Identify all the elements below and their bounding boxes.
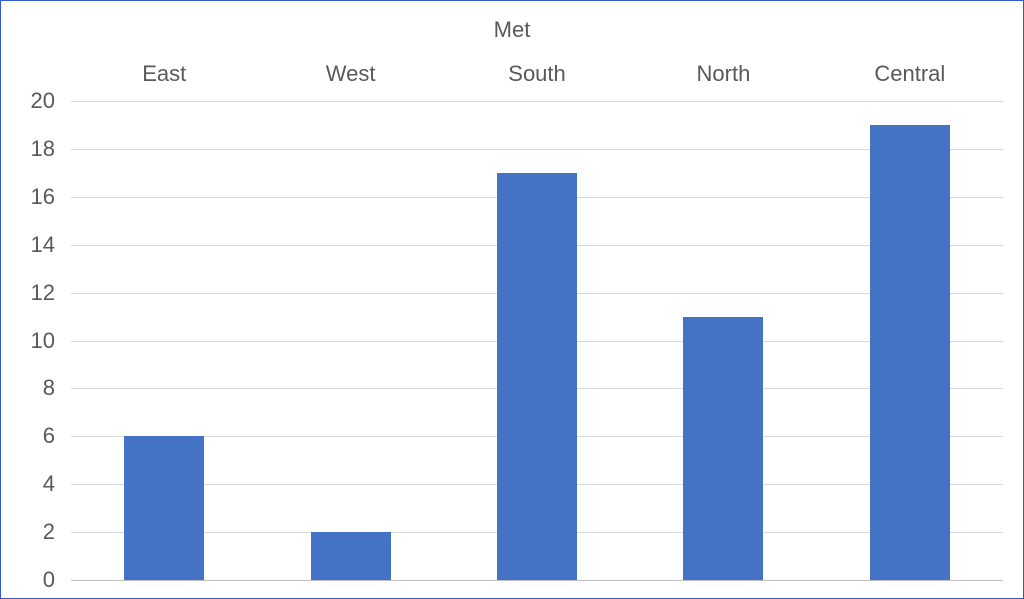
- category-label: Central: [817, 61, 1003, 91]
- bar-slot: [444, 101, 630, 580]
- y-tick-label: 14: [31, 232, 55, 258]
- plot-area: [71, 101, 1003, 580]
- bar-east: [124, 436, 204, 580]
- category-label: East: [71, 61, 257, 91]
- y-tick-label: 6: [43, 423, 55, 449]
- chart-container: Met East West South North Central 0 2 4 …: [0, 0, 1024, 599]
- y-tick-label: 20: [31, 88, 55, 114]
- y-axis-ticks: 0 2 4 6 8 10 12 14 16 18 20: [1, 101, 61, 580]
- bar-central: [870, 125, 950, 580]
- y-tick-label: 2: [43, 519, 55, 545]
- bar-slot: [257, 101, 443, 580]
- x-axis-baseline: [71, 580, 1003, 581]
- y-tick-label: 12: [31, 280, 55, 306]
- bar-north: [683, 317, 763, 580]
- y-tick-label: 4: [43, 471, 55, 497]
- bar-slot: [71, 101, 257, 580]
- y-tick-label: 0: [43, 567, 55, 593]
- category-labels-row: East West South North Central: [71, 61, 1003, 91]
- bar-slot: [817, 101, 1003, 580]
- y-tick-label: 8: [43, 375, 55, 401]
- category-label: North: [630, 61, 816, 91]
- category-label: West: [257, 61, 443, 91]
- y-tick-label: 16: [31, 184, 55, 210]
- bar-slot: [630, 101, 816, 580]
- bars-layer: [71, 101, 1003, 580]
- bar-south: [497, 173, 577, 580]
- bar-west: [311, 532, 391, 580]
- y-tick-label: 18: [31, 136, 55, 162]
- y-tick-label: 10: [31, 328, 55, 354]
- category-label: South: [444, 61, 630, 91]
- chart-title: Met: [1, 17, 1023, 43]
